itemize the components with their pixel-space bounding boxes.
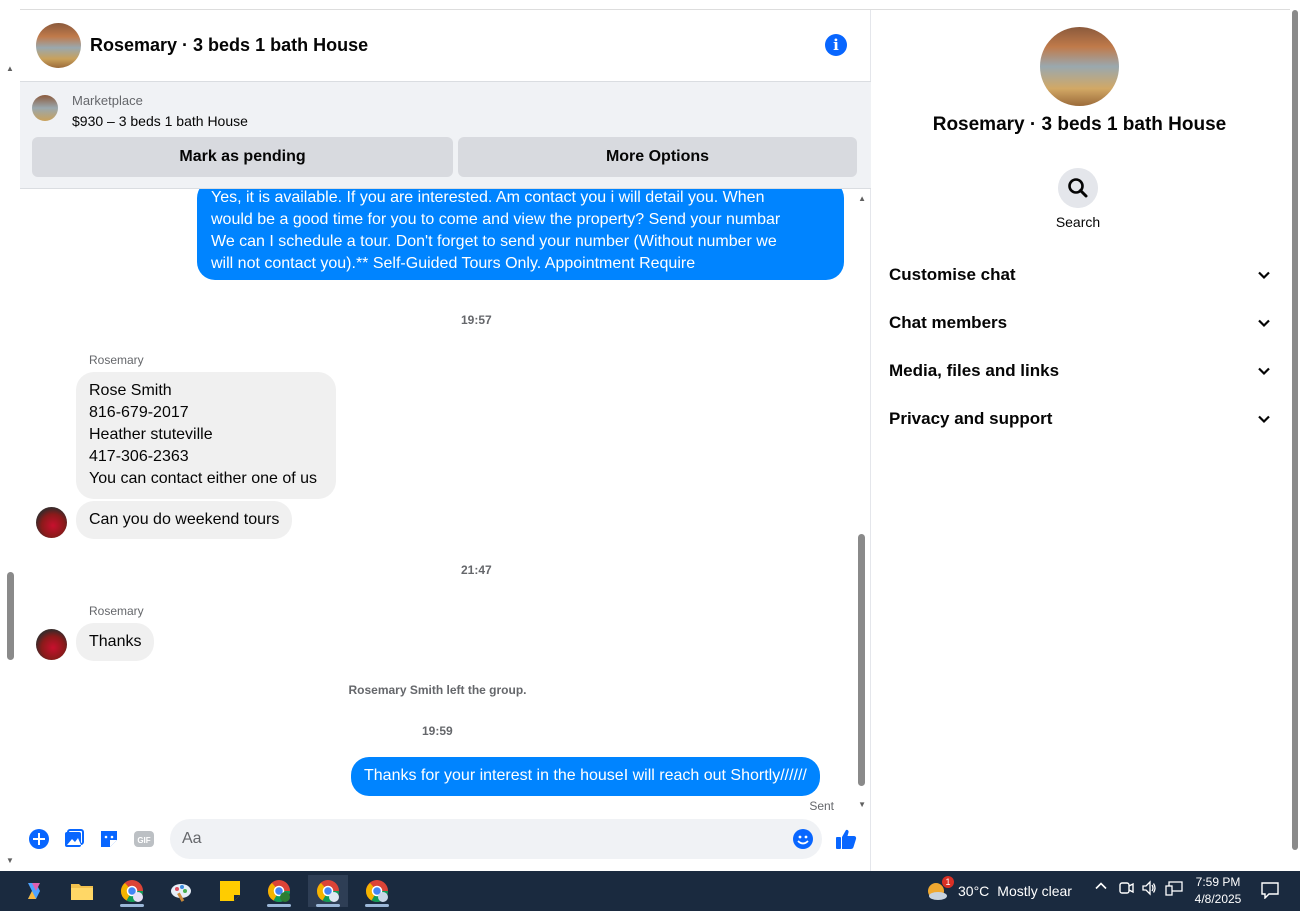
sender-avatar[interactable]: [36, 629, 67, 660]
search-icon[interactable]: [1058, 168, 1098, 208]
chat-column: Rosemary · 3 beds 1 bath House i Marketp…: [20, 10, 871, 871]
message-input[interactable]: [182, 819, 772, 859]
system-clock[interactable]: 7:59 PM 4/8/2025: [1186, 874, 1250, 908]
weather-condition: Mostly clear: [997, 883, 1072, 899]
chevron-up-icon[interactable]: [1094, 879, 1108, 896]
outgoing-message-bubble[interactable]: Yes, it is available. If you are interes…: [197, 189, 844, 280]
volume-icon[interactable]: [1141, 880, 1157, 899]
file-explorer-icon[interactable]: [62, 875, 102, 907]
message-status: Sent: [809, 799, 834, 811]
chrome-active-icon[interactable]: [308, 875, 348, 907]
message-line: We can I schedule a tour. Don't forget t…: [211, 233, 777, 250]
message-line: Yes, it is available. If you are interes…: [211, 189, 765, 206]
window-scrollbar[interactable]: [1290, 0, 1300, 871]
message-composer: GIF: [20, 811, 871, 871]
scroll-up-arrow-icon[interactable]: ▲: [6, 64, 14, 73]
chevron-down-icon: [1258, 367, 1270, 376]
chevron-down-icon: [1258, 271, 1270, 280]
section-label: Privacy and support: [889, 409, 1053, 428]
notifications-icon[interactable]: [1260, 881, 1280, 902]
timestamp: 19:57: [461, 313, 492, 327]
browser-top-strip: [20, 0, 1290, 10]
temperature: 30°C: [958, 883, 990, 899]
info-icon[interactable]: i: [825, 34, 847, 56]
section-customise-chat[interactable]: Customise chat: [889, 255, 1271, 295]
chat-info-title: Rosemary · 3 beds 1 bath House: [932, 114, 1227, 135]
gif-icon[interactable]: GIF: [133, 828, 155, 850]
taskbar: 1 30°C Mostly clear 7:59 PM 4/8/2025: [0, 871, 1300, 911]
section-label: Media, files and links: [889, 361, 1060, 380]
chrome-work-icon[interactable]: [259, 875, 299, 907]
timestamp: 21:47: [461, 563, 492, 577]
incoming-message-bubble[interactable]: Can you do weekend tours: [76, 501, 293, 539]
scroll-down-arrow-icon[interactable]: ▼: [6, 856, 14, 865]
page-scrollbar[interactable]: ▲ ▼: [0, 0, 20, 871]
chat-avatar[interactable]: [36, 23, 81, 68]
incoming-message-bubble[interactable]: Thanks: [76, 623, 155, 661]
message-line: 816-679-2017: [89, 404, 189, 421]
section-privacy-support[interactable]: Privacy and support: [889, 399, 1271, 439]
message-line: will not contact you).** Self-Guided Tou…: [211, 255, 696, 272]
marketplace-panel: Marketplace $930 – 3 beds 1 bath House M…: [20, 81, 871, 189]
search-label[interactable]: Search: [1028, 214, 1128, 230]
section-media-files-links[interactable]: Media, files and links: [889, 351, 1271, 391]
clock-time: 7:59 PM: [1195, 875, 1241, 889]
message-line: You can contact either one of us: [89, 470, 318, 487]
timestamp: 19:59: [422, 724, 453, 738]
sender-name: Rosemary: [89, 604, 144, 618]
chevron-down-icon: [1258, 319, 1270, 328]
sticker-icon[interactable]: [98, 828, 120, 850]
chat-title[interactable]: Rosemary · 3 beds 1 bath House: [90, 35, 368, 56]
system-notice: Rosemary Smith left the group.: [348, 683, 527, 697]
chat-info-panel: Rosemary · 3 beds 1 bath House Search Cu…: [871, 10, 1290, 871]
chevron-down-icon: [1258, 415, 1270, 424]
copilot-icon[interactable]: [14, 875, 54, 907]
listing-title[interactable]: $930 – 3 beds 1 bath House: [72, 113, 248, 129]
more-options-button[interactable]: More Options: [458, 137, 857, 177]
weather-moon-icon: 1: [926, 876, 954, 903]
mark-as-pending-button[interactable]: Mark as pending: [32, 137, 453, 177]
chat-info-avatar[interactable]: [1040, 27, 1119, 106]
sender-name: Rosemary: [89, 353, 144, 367]
messages-scrollbar[interactable]: ▲ ▼: [855, 189, 871, 811]
page-scrollbar-thumb[interactable]: [7, 572, 14, 660]
weather-widget[interactable]: 1 30°C Mostly clear: [926, 876, 1072, 903]
message-line: would be a good time for you to come and…: [211, 211, 781, 228]
chat-header: Rosemary · 3 beds 1 bath House i: [20, 10, 871, 81]
thumbs-up-icon[interactable]: [834, 827, 858, 851]
scroll-down-arrow-icon[interactable]: ▼: [858, 800, 866, 809]
scroll-up-arrow-icon[interactable]: ▲: [858, 194, 866, 203]
meet-now-icon[interactable]: [1118, 880, 1134, 899]
message-list: Yes, it is available. If you are interes…: [20, 189, 871, 811]
outgoing-message-bubble[interactable]: Thanks for your interest in the houseI w…: [351, 757, 820, 796]
marketplace-label: Marketplace: [72, 93, 143, 108]
window-scrollbar-thumb[interactable]: [1292, 10, 1298, 850]
network-icon[interactable]: [1165, 880, 1183, 899]
sticky-notes-icon[interactable]: [210, 875, 250, 907]
plus-icon[interactable]: [28, 828, 50, 850]
message-line: Heather stuteville: [89, 426, 213, 443]
incoming-message-bubble[interactable]: Rose Smith 816-679-2017 Heather stutevil…: [76, 372, 336, 499]
section-chat-members[interactable]: Chat members: [889, 303, 1271, 343]
message-line: Rose Smith: [89, 382, 172, 399]
section-label: Customise chat: [889, 265, 1016, 284]
photo-icon[interactable]: [63, 828, 85, 850]
emoji-icon[interactable]: [792, 828, 814, 850]
clock-date: 4/8/2025: [1194, 892, 1242, 906]
section-label: Chat members: [889, 313, 1008, 332]
messages-scrollbar-thumb[interactable]: [858, 534, 865, 786]
sender-avatar[interactable]: [36, 507, 67, 538]
message-input-wrapper: [170, 819, 822, 859]
paint-icon[interactable]: [161, 875, 201, 907]
message-line: 417-306-2363: [89, 448, 189, 465]
chrome-profile-icon[interactable]: [112, 875, 152, 907]
weather-badge: 1: [942, 876, 954, 888]
svg-text:GIF: GIF: [137, 836, 150, 845]
chrome-guest-icon[interactable]: [357, 875, 397, 907]
listing-thumbnail[interactable]: [32, 95, 58, 121]
